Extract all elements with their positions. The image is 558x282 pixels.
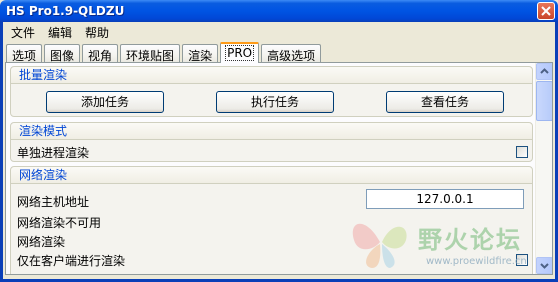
- scroll-up-button[interactable]: [536, 63, 552, 80]
- tab-image-label: 图像: [50, 49, 75, 63]
- group-render-mode: 渲染模式 单独进程渲染: [10, 122, 533, 162]
- group-header: [11, 123, 532, 140]
- network-render-label: 网络渲染: [17, 235, 66, 249]
- run-task-button[interactable]: 执行任务: [216, 91, 334, 113]
- close-icon: [541, 6, 551, 16]
- group-title-render-mode: 渲染模式: [19, 124, 68, 138]
- tab-render-label: 渲染: [188, 49, 213, 63]
- arrow-up-icon: [540, 68, 549, 74]
- scroll-thumb[interactable]: [536, 81, 552, 121]
- single-process-label: 单独进程渲染: [17, 146, 90, 160]
- tab-advanced[interactable]: 高级选项: [261, 44, 322, 63]
- tab-view-label: 视角: [88, 49, 113, 63]
- close-button[interactable]: [537, 2, 555, 20]
- tab-options-label: 选项: [12, 49, 37, 63]
- add-task-button[interactable]: 添加任务: [46, 91, 164, 113]
- window-title: HS Pro1.9-QLDZU: [6, 4, 125, 18]
- menu-file[interactable]: 文件: [3, 22, 40, 41]
- menu-help[interactable]: 帮助: [77, 22, 114, 41]
- tab-environment-map-label: 环境贴图: [126, 49, 175, 63]
- network-unavailable-text: 网络渲染不可用: [17, 216, 102, 230]
- tab-advanced-label: 高级选项: [267, 49, 316, 63]
- tab-pro[interactable]: PRO: [220, 42, 260, 63]
- menu-edit[interactable]: 编辑: [40, 22, 77, 41]
- client-only-render-label: 仅在客户端进行渲染: [17, 254, 126, 268]
- group-title-network-render: 网络渲染: [19, 168, 68, 182]
- forum-watermark: 野火论坛 www.proewildfire.cn: [338, 208, 554, 278]
- watermark-logo-text: 野火论坛: [418, 226, 522, 254]
- group-batch-render: 批量渲染 添加任务 执行任务 查看任务: [10, 66, 533, 117]
- host-address-input[interactable]: 127.0.0.1: [366, 189, 524, 209]
- view-task-button[interactable]: 查看任务: [386, 91, 504, 113]
- menu-bar: 文件 编辑 帮助: [3, 22, 114, 41]
- group-header: [11, 167, 532, 184]
- single-process-checkbox[interactable]: [516, 146, 528, 158]
- host-address-label: 网络主机地址: [17, 195, 90, 209]
- tab-image[interactable]: 图像: [44, 44, 81, 63]
- tab-environment-map[interactable]: 环境贴图: [120, 44, 181, 63]
- butterfly-logo-icon: [352, 223, 407, 268]
- group-header: [11, 67, 532, 84]
- group-title-batch-render: 批量渲染: [19, 68, 68, 82]
- tab-render[interactable]: 渲染: [182, 44, 219, 63]
- watermark-url: www.proewildfire.cn: [426, 256, 527, 267]
- title-bar[interactable]: HS Pro1.9-QLDZU: [0, 0, 558, 22]
- tab-strip: 选项 图像 视角 环境贴图 渲染 PRO 高级选项: [6, 42, 323, 63]
- tab-options[interactable]: 选项: [6, 44, 43, 63]
- tab-view[interactable]: 视角: [82, 44, 119, 63]
- tab-pro-label: PRO: [225, 45, 255, 61]
